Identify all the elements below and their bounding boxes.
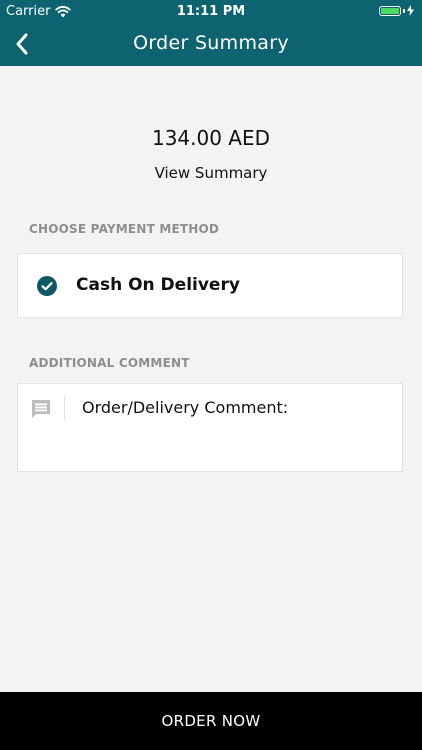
battery-icon: [379, 5, 401, 16]
page-title: Order Summary: [133, 32, 289, 54]
chat-bubble-icon: [32, 400, 50, 418]
charging-bolt-icon: [407, 5, 414, 16]
check-circle-icon: [37, 276, 57, 296]
comment-input[interactable]: [72, 390, 394, 464]
order-now-button[interactable]: ORDER NOW: [0, 692, 422, 750]
order-total: 134.00 AED: [151, 126, 271, 150]
status-bar: Carrier 11:11 PM: [0, 0, 422, 22]
nav-bar: Order Summary: [0, 22, 422, 66]
status-time: 11:11 PM: [176, 4, 246, 19]
comment-box: [17, 383, 403, 472]
view-summary-link[interactable]: View Summary: [0, 164, 422, 182]
payment-section-label: CHOOSE PAYMENT METHOD: [29, 222, 220, 236]
payment-option-cash-on-delivery[interactable]: Cash On Delivery: [17, 253, 403, 318]
battery-indicator: [379, 5, 414, 16]
comment-divider: [64, 396, 65, 421]
header: Carrier 11:11 PM Order Summary: [0, 0, 422, 66]
payment-method-label: Cash On Delivery: [76, 275, 240, 295]
comment-section-label: ADDITIONAL COMMENT: [29, 356, 190, 370]
